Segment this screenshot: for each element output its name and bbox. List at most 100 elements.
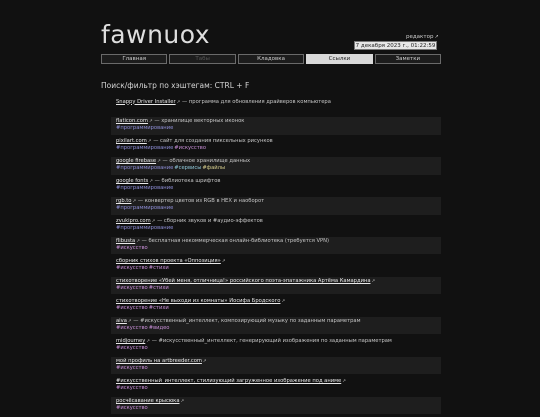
tab-3[interactable]: Ссылки [306,54,373,64]
hashtag[interactable]: #искусство [116,405,148,411]
list-item: flaticon.com↗ — хранилище векторных икон… [111,116,441,135]
tab-0[interactable]: Главная [101,54,168,64]
links-list: Snappy Driver Installer ↗ — программа для… [111,97,441,417]
item-description: — сборник звуков и #аудио-эффектов [155,218,263,225]
item-description: — хранилище векторных иконок [152,118,245,125]
item-tags: #программирование#сервисы#файлы [116,165,441,172]
item-line: стихотворение «Не выходи из комнаты» Иос… [116,298,441,305]
nav-tabs: Главная Табы Кладовка Ссылки Заметки [101,54,442,64]
item-line: сборник стихов проекта «Оппозиция»↗ [116,258,441,265]
item-line: aiva↗ — #искусственный_интеллект, композ… [116,318,441,325]
hashtag[interactable]: #стихи [149,305,169,311]
item-link[interactable]: сборник стихов проекта «Оппозиция» [116,258,221,264]
item-link[interactable]: google firebase [116,158,156,164]
item-description: — #искусственный_интеллект, генерирующий… [150,338,392,345]
item-description: — сайт для создания пиксельных рисунков [151,138,273,145]
item-description: — бесплатная некоммерческая онлайн-библи… [140,238,330,245]
item-link[interactable]: Snappy Driver Installer [116,99,176,105]
external-link-icon: ↗ [281,299,286,305]
hashtag[interactable]: #программирование [116,165,173,171]
list-item: #искусственный_интеллект, стилизующий за… [111,377,441,395]
list-item: стихотворение «Не выходи из комнаты» Иос… [111,297,441,315]
hashtag[interactable]: #искусство [116,245,148,251]
item-link[interactable]: стихотворение «Убей меня, отличница!» ро… [116,278,371,284]
item-line: flaticon.com↗ — хранилище векторных икон… [116,118,441,125]
list-item: google fonts↗ — библиотека шрифтов #прогр… [111,177,441,195]
item-description: — конвертер цветов из RGB в HEX и наобор… [136,198,265,205]
item-description: — программа для обновления драйверов ком… [180,98,331,105]
item-line: росчёсавание крысюка↗ [116,398,441,405]
item-tags: #программирование [116,125,441,132]
list-item: мой профиль на artbreeder.com↗ #искусство [111,356,441,375]
hashtag[interactable]: #искусство [116,325,148,331]
hashtag[interactable]: #искусство [116,305,148,311]
item-link[interactable]: google fonts [116,178,148,184]
item-line: стихотворение «Убей меня, отличница!» ро… [116,278,441,285]
hashtag[interactable]: #стихи [149,285,169,291]
list-item: Snappy Driver Installer↗ — программа для… [111,97,441,115]
hashtag[interactable]: #стихи [149,265,169,271]
item-link[interactable]: aiva [116,318,127,324]
external-link-icon: ↗ [434,34,439,40]
list-item: rgb.to↗ — конвертер цветов из RGB в HEX … [111,196,441,215]
tab-1: Табы [169,54,236,64]
hashtag[interactable]: #искусство [116,365,148,371]
item-link[interactable]: midjourney [116,338,145,344]
list-item: pixilart.com↗ — сайт для создания пиксел… [111,137,441,155]
item-line: #искусственный_интеллект, стилизующий за… [116,378,441,385]
hashtag[interactable]: #искусство [174,145,206,151]
item-tags: #искусство#стихи [116,305,441,312]
item-line: pixilart.com↗ — сайт для создания пиксел… [116,138,441,145]
item-link[interactable]: flaticon.com [116,118,148,124]
external-link-icon: ↗ [221,259,226,265]
item-link[interactable]: мой профиль на artbreeder.com [116,358,202,364]
external-link-icon: ↗ [202,359,207,365]
hashtag[interactable]: #программирование [116,185,173,191]
hashtag[interactable]: #искусство [116,285,148,291]
list-item: сборник стихов проекта «Оппозиция»↗ #иску… [111,257,441,275]
item-line: flibusta↗ — бесплатная некоммерческая он… [116,238,441,245]
list-item: flibusta↗ — бесплатная некоммерческая он… [111,236,441,255]
hashtag[interactable]: #сервисы [174,165,201,171]
item-link[interactable]: flibusta [116,238,135,244]
item-line: мой профиль на artbreeder.com↗ [116,358,441,365]
item-link[interactable]: росчёсавание крысюка [116,398,180,404]
item-line: rgb.to↗ — конвертер цветов из RGB в HEX … [116,198,441,205]
item-link[interactable]: zvukipro.com [116,218,151,224]
hashtag[interactable]: #программирование [116,205,173,211]
item-link[interactable]: rgb.to [116,198,131,204]
tab-4[interactable]: Заметки [374,54,442,64]
item-tags: #программирование [116,225,441,232]
item-tags: #искусство#стихи [116,265,441,272]
site-logo[interactable]: fawnuox [101,20,210,49]
editor-link[interactable]: редактор↗ [406,34,439,40]
hashtag[interactable]: #искусство [116,345,148,351]
tab-2[interactable]: Кладовка [237,54,305,64]
hashtag[interactable]: #программирование [116,145,173,151]
item-description: — облачное хранилище данных [160,158,251,165]
hashtag[interactable]: #программирование [116,125,173,131]
item-tags: #искусство [116,365,441,372]
list-item: стихотворение «Убей меня, отличница!» ро… [111,276,441,295]
hashtag[interactable]: #видео [149,325,170,331]
item-link[interactable]: pixilart.com [116,138,147,144]
external-link-icon: ↗ [371,279,376,285]
hashtag[interactable]: #программирование [116,225,173,231]
item-tags: #искусство#видео [116,325,441,332]
list-item: midjourney↗ — #искусственный_интеллект, … [111,337,441,355]
hashtag[interactable]: #искусство [116,265,148,271]
item-tags: #искусство [116,245,441,252]
item-link[interactable]: стихотворение «Не выходи из комнаты» Иос… [116,298,280,304]
editor-link-label[interactable]: редактор [406,34,433,40]
list-item: zvukipro.com↗ — сборник звуков и #аудио-… [111,217,441,235]
item-line: Snappy Driver Installer↗ — программа для… [116,99,441,106]
list-item: росчёсавание крысюка↗ #искусство [111,396,441,415]
item-tags: #искусство [116,345,441,352]
item-link[interactable]: #искусственный_интеллект, стилизующий за… [116,378,341,384]
hashtag[interactable]: #искусство [116,385,148,391]
list-item: google firebase↗ — облачное хранилище да… [111,156,441,175]
item-line: midjourney↗ — #искусственный_интеллект, … [116,338,441,345]
hashtag[interactable]: #файлы [202,165,225,171]
external-link-icon: ↗ [180,399,185,405]
list-item: aiva↗ — #искусственный_интеллект, композ… [111,316,441,335]
